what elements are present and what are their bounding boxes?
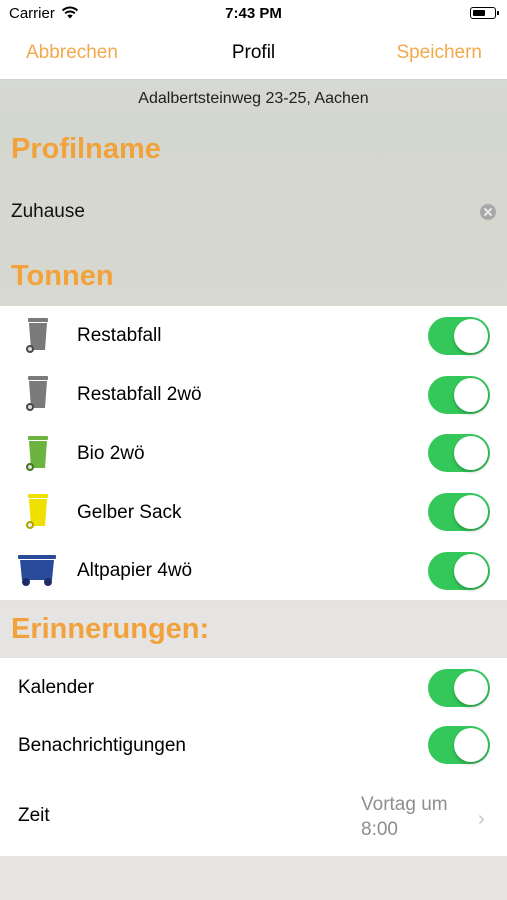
- time-label: Zeit: [18, 805, 50, 826]
- calendar-toggle[interactable]: [428, 669, 490, 707]
- profile-name-header: Profilname: [11, 133, 161, 165]
- calendar-label: Kalender: [18, 677, 95, 698]
- bin-label: Restabfall: [77, 325, 162, 346]
- list-item-restabfall-2wo: Restabfall 2wö: [0, 365, 507, 424]
- calendar-row: Kalender: [0, 658, 507, 716]
- list-item-bio-2wo: Bio 2wö: [0, 424, 507, 483]
- reminders-header: Erinnerungen:: [11, 613, 210, 645]
- navigation-bar: Abbrechen Profil Speichern: [0, 28, 507, 80]
- notifications-row: Benachrichtigungen: [0, 716, 507, 774]
- reminders-list: Kalender Benachrichtigungen Zeit Vortag …: [0, 658, 507, 856]
- gelber-sack-toggle[interactable]: [428, 493, 490, 531]
- green-bin-icon: [26, 436, 48, 471]
- clear-text-icon[interactable]: [480, 204, 496, 220]
- profile-name-value[interactable]: Zuhause: [11, 201, 85, 223]
- yellow-bin-icon: [26, 494, 48, 529]
- bin-label: Gelber Sack: [77, 502, 182, 523]
- status-time: 7:43 PM: [225, 5, 282, 22]
- status-bar: Carrier 7:43 PM: [0, 0, 507, 28]
- blue-container-icon: [18, 555, 56, 586]
- battery-icon: [470, 7, 499, 19]
- bin-label: Bio 2wö: [77, 443, 145, 464]
- time-value-line2: 8:00: [361, 819, 398, 840]
- profile-name-field[interactable]: Zuhause: [0, 190, 507, 234]
- gray-bin-icon: [26, 376, 48, 411]
- notifications-label: Benachrichtigungen: [18, 735, 186, 756]
- altpapier-4wo-toggle[interactable]: [428, 552, 490, 590]
- address-label: Adalbertsteinweg 23-25, Aachen: [138, 90, 369, 107]
- bins-header: Tonnen: [11, 260, 114, 292]
- chevron-right-icon: ›: [478, 808, 485, 830]
- notifications-toggle[interactable]: [428, 726, 490, 764]
- bin-label: Altpapier 4wö: [77, 560, 193, 581]
- bins-list: Restabfall Restabfall 2wö Bio 2wö Gelber…: [0, 306, 507, 600]
- list-item-restabfall: Restabfall: [0, 306, 507, 365]
- list-item-gelber-sack: Gelber Sack: [0, 483, 507, 542]
- time-value-line1: Vortag um: [361, 794, 448, 815]
- restabfall-2wo-toggle[interactable]: [428, 376, 490, 414]
- bin-label: Restabfall 2wö: [77, 384, 202, 405]
- time-value[interactable]: Vortag um 8:00: [361, 792, 448, 842]
- restabfall-toggle[interactable]: [428, 317, 490, 355]
- list-item-altpapier-4wo: Altpapier 4wö: [0, 542, 507, 600]
- bio-2wo-toggle[interactable]: [428, 434, 490, 472]
- save-button[interactable]: Speichern: [396, 42, 482, 64]
- gray-bin-icon: [26, 318, 48, 353]
